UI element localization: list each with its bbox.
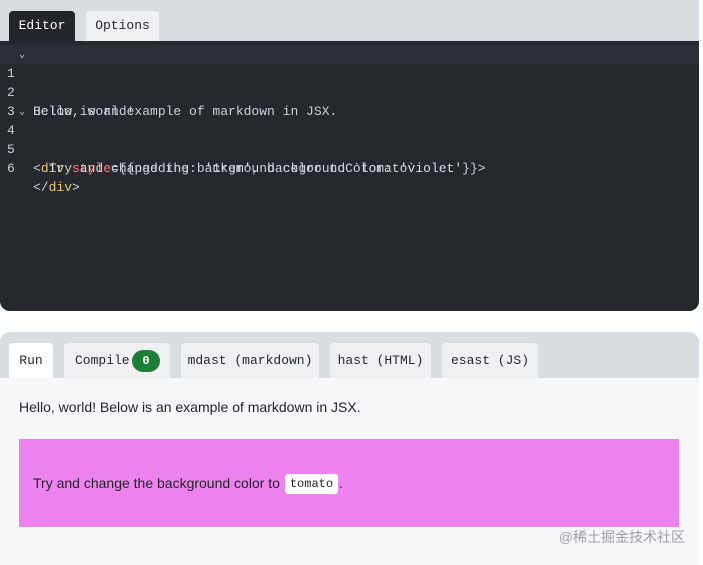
styled-div-text: Try and change the background color to t… [33, 439, 343, 527]
error-count-badge: 0 [132, 350, 160, 372]
fold-toggle-icon[interactable]: ⌄ [19, 46, 25, 65]
preview-paragraph: Hello, world! Below is an example of mar… [19, 399, 361, 415]
code-line-4[interactable]: 4 ⌄ <div style={{padding: '1rem', backgr… [0, 102, 699, 176]
watermark-text: @稀土掘金技术社区 [558, 529, 685, 545]
code-line-3[interactable]: 3 [0, 83, 699, 119]
tab-options[interactable]: Options [86, 11, 159, 41]
code-line-5[interactable]: 5 Try and change the background color to… [0, 121, 699, 176]
code-token: > [72, 180, 80, 195]
code-line-2[interactable]: 2 Below is an example of markdown in JSX… [0, 64, 699, 119]
box-text-after: . [339, 475, 343, 491]
tab-hast[interactable]: hast (HTML) [330, 343, 431, 378]
code-line-1[interactable]: 1 ⌄ Hello, world! [0, 45, 699, 119]
code-text: Try and change the background color to `… [33, 161, 424, 176]
inline-code-tomato: tomato [284, 474, 339, 495]
code-editor[interactable]: 1 ⌄ Hello, world! 2 Below is an example … [0, 41, 699, 311]
code-token: }}> [462, 161, 486, 176]
editor-panel: Editor Options 1 ⌄ Hello, world! 2 Below… [0, 0, 699, 311]
output-tabbar: Run Compile 0 mdast (markdown) hast (HTM… [0, 332, 699, 378]
code-text: </div> [33, 178, 80, 197]
tab-mdast[interactable]: mdast (markdown) [181, 343, 319, 378]
tab-run[interactable]: Run [9, 343, 53, 378]
fold-toggle-icon[interactable]: ⌄ [19, 103, 25, 122]
output-panel: Run Compile 0 mdast (markdown) hast (HTM… [0, 332, 699, 565]
code-token: </ [33, 180, 49, 195]
tab-compile[interactable]: Compile 0 [64, 343, 170, 378]
styled-div-box: Try and change the background color to t… [19, 439, 679, 527]
code-line-6[interactable]: 6 </div> [0, 140, 699, 195]
tab-esast[interactable]: esast (JS) [442, 343, 538, 378]
editor-tabbar: Editor Options [0, 0, 699, 41]
rendered-preview: Hello, world! Below is an example of mar… [0, 378, 699, 565]
box-text-before: Try and change the background color to [33, 475, 284, 491]
tab-compile-label: Compile [75, 353, 130, 368]
code-token-tag: div [48, 180, 73, 195]
line-number: 6 [7, 161, 15, 176]
tab-editor[interactable]: Editor [9, 11, 75, 41]
